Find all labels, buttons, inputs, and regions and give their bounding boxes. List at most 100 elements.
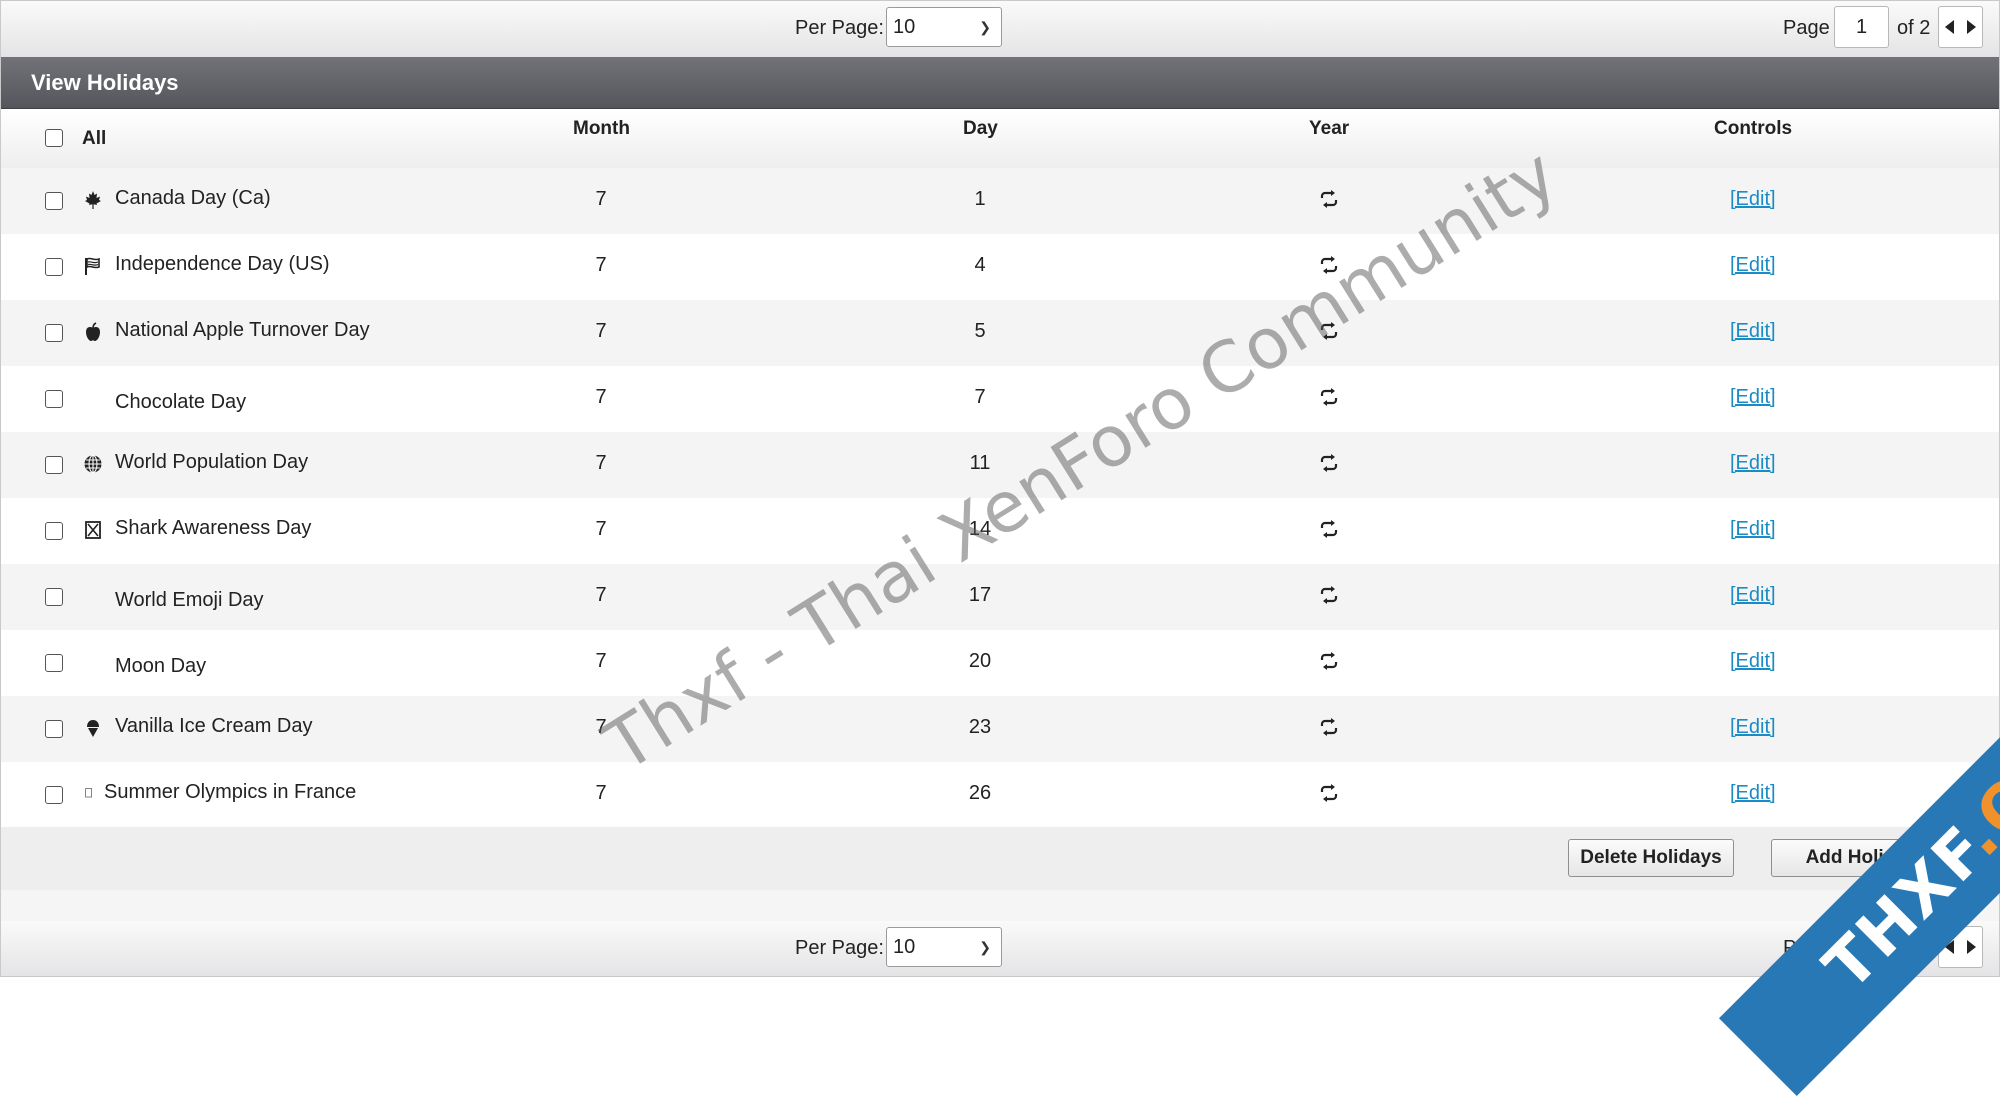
header-all: All [82, 128, 107, 149]
table-row: National Apple Turnover Day 7 5 [Edit] [1, 300, 1999, 366]
header-month: Month [573, 118, 630, 139]
page-number-input[interactable]: 1 [1834, 926, 1889, 968]
table-row: World Population Day 7 11 [Edit] [1, 432, 1999, 498]
table-row: Canada Day (Ca) 7 1 [Edit] [1, 168, 1999, 234]
holiday-name: Summer Olympics in France [104, 781, 357, 803]
repeat-icon [1320, 520, 1338, 538]
next-page-button[interactable] [1961, 7, 1983, 47]
per-page-select[interactable]: 10 ❯ [886, 927, 1002, 967]
repeat-icon [1320, 718, 1338, 736]
section-title-bar: View Holidays [1, 57, 1999, 109]
edit-link[interactable]: [Edit] [1730, 452, 1776, 475]
holiday-day: 17 [968, 584, 992, 606]
edit-link[interactable]: [Edit] [1730, 386, 1776, 409]
page-title: View Holidays [31, 70, 179, 95]
next-page-button[interactable] [1961, 927, 1983, 967]
per-page-label: Per Page: [795, 937, 884, 959]
holiday-day: 7 [974, 386, 986, 408]
repeat-icon [1320, 454, 1338, 472]
table-row: Summer Olympics in France 7 26 [Edit] [1, 762, 1999, 828]
table-row: Vanilla Ice Cream Day 7 23 [Edit] [1, 696, 1999, 762]
per-page-label: Per Page: [795, 17, 884, 39]
holiday-name: World Emoji Day [115, 589, 264, 611]
select-all-checkbox[interactable] [45, 129, 63, 147]
apple-icon [86, 322, 100, 341]
page-total: of 2 [1897, 17, 1931, 39]
table-row: Moon Day 7 20 [Edit] [1, 630, 1999, 696]
row-checkbox[interactable] [45, 588, 63, 606]
row-checkbox[interactable] [45, 192, 63, 210]
holiday-name: National Apple Turnover Day [115, 319, 370, 341]
holiday-name: Chocolate Day [115, 391, 247, 413]
holiday-day: 14 [968, 518, 992, 540]
page-nav [1938, 926, 1983, 968]
holiday-month: 7 [595, 386, 607, 408]
holiday-name: Shark Awareness Day [115, 517, 312, 539]
caret-right-icon [1966, 940, 1976, 954]
page-number-input[interactable]: 1 [1834, 6, 1889, 48]
caret-right-icon [1966, 20, 1976, 34]
delete-holidays-button[interactable]: Delete Holidays [1568, 839, 1734, 877]
page-total: of 2 [1897, 937, 1931, 959]
row-checkbox[interactable] [45, 324, 63, 342]
repeat-icon [1320, 652, 1338, 670]
header-controls: Controls [1714, 118, 1793, 139]
per-page-value: 10 [893, 936, 916, 958]
edit-link[interactable]: [Edit] [1730, 254, 1776, 277]
table-header: All Month Day Year Controls [1, 109, 1999, 168]
holiday-day: 5 [974, 320, 986, 342]
row-checkbox[interactable] [45, 390, 63, 408]
edit-link[interactable]: [Edit] [1730, 188, 1776, 211]
pagination-bar-bottom: Per Page: 10 ❯ Page 1 of 2 [1, 921, 1999, 976]
holiday-month: 7 [595, 254, 607, 276]
prev-page-button[interactable] [1939, 927, 1961, 967]
repeat-icon [1320, 784, 1338, 802]
holiday-name: Moon Day [115, 655, 207, 677]
spacer [1, 890, 1999, 921]
header-day: Day [963, 118, 998, 139]
form-footer: Delete Holidays Add Holiday [1, 827, 1999, 890]
holiday-name: World Population Day [115, 451, 309, 473]
row-checkbox[interactable] [45, 786, 63, 804]
repeat-icon [1320, 586, 1338, 604]
flag-icon [85, 257, 100, 275]
holiday-month: 7 [595, 650, 607, 672]
chevron-down-icon: ❯ [979, 939, 991, 955]
holiday-month: 7 [595, 782, 607, 804]
table-row: World Emoji Day 7 17 [Edit] [1, 564, 1999, 630]
row-checkbox[interactable] [45, 258, 63, 276]
edit-link[interactable]: [Edit] [1730, 518, 1776, 541]
holiday-month: 7 [595, 320, 607, 342]
holiday-day: 23 [968, 716, 992, 738]
per-page-select[interactable]: 10 ❯ [886, 7, 1002, 47]
row-checkbox[interactable] [45, 456, 63, 474]
holiday-day: 4 [974, 254, 986, 276]
row-checkbox[interactable] [45, 720, 63, 738]
edit-link[interactable]: [Edit] [1730, 320, 1776, 343]
holiday-day: 1 [974, 188, 986, 210]
edit-link[interactable]: [Edit] [1730, 782, 1776, 805]
chevron-down-icon: ❯ [979, 19, 991, 35]
per-page-value: 10 [893, 16, 916, 38]
hourglass-icon [85, 521, 101, 539]
holiday-name: Canada Day (Ca) [115, 187, 271, 209]
row-checkbox[interactable] [45, 654, 63, 672]
add-holiday-button[interactable]: Add Holiday [1771, 839, 1951, 877]
row-checkbox[interactable] [45, 522, 63, 540]
ice-cream-icon [87, 720, 99, 737]
edit-link[interactable]: [Edit] [1730, 584, 1776, 607]
table-row: Chocolate Day 7 7 [Edit] [1, 366, 1999, 432]
edit-link[interactable]: [Edit] [1730, 716, 1776, 739]
maple-leaf-icon [85, 191, 101, 209]
header-year: Year [1309, 118, 1350, 139]
edit-link[interactable]: [Edit] [1730, 650, 1776, 673]
globe-icon [84, 454, 102, 474]
table-row: Independence Day (US) 7 4 [Edit] [1, 234, 1999, 300]
pagination-bar-top: Per Page: 10 ❯ Page 1 of 2 [1, 1, 1999, 57]
repeat-icon [1320, 256, 1338, 274]
holiday-month: 7 [595, 518, 607, 540]
repeat-icon [1320, 322, 1338, 340]
prev-page-button[interactable] [1939, 7, 1961, 47]
holiday-month: 7 [595, 452, 607, 474]
holiday-name: Vanilla Ice Cream Day [115, 715, 313, 737]
